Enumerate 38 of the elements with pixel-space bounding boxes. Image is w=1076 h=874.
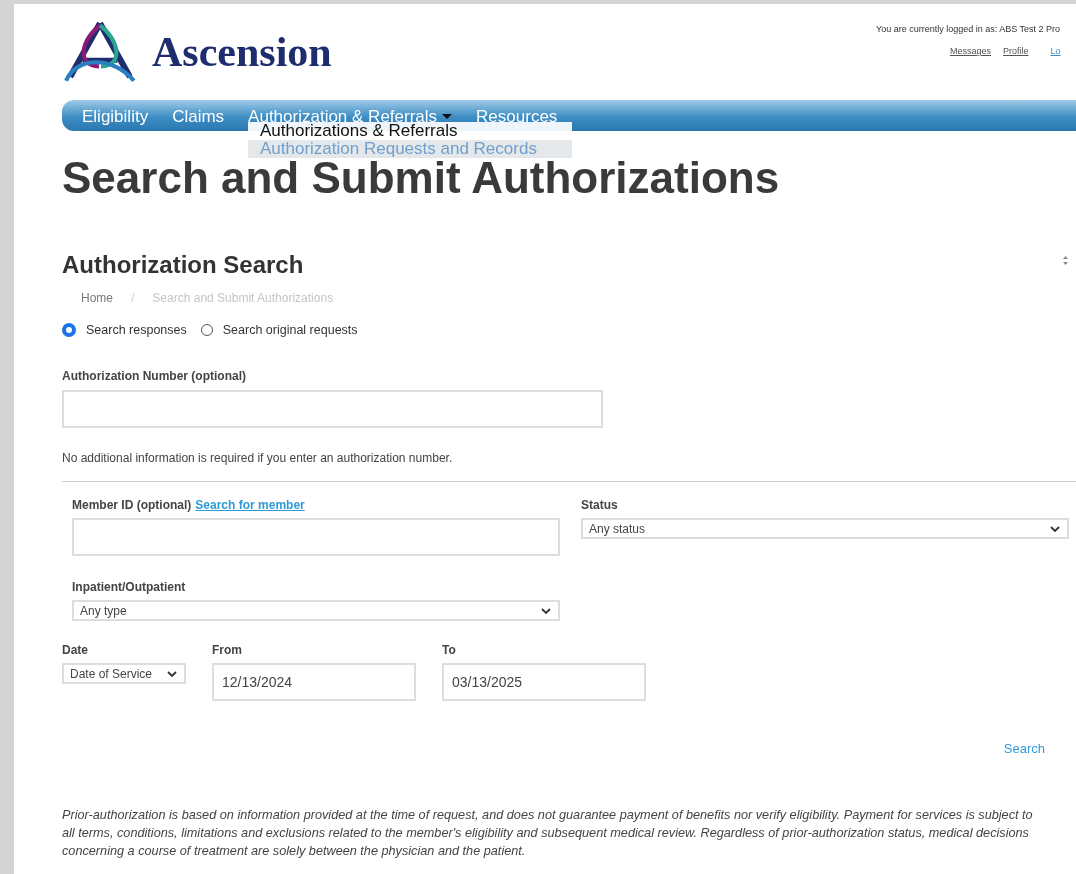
search-link[interactable]: Search bbox=[1003, 741, 1045, 756]
field-label: Inpatient/Outpatient bbox=[72, 580, 187, 594]
dropdown-field[interactable]: Any status bbox=[581, 518, 1069, 539]
logo-icon bbox=[62, 19, 138, 85]
account-link[interactable]: Profile bbox=[1003, 46, 1029, 56]
login-notice: You are currently logged in as: ABS Test 2 Pro bbox=[876, 24, 1062, 34]
field-label: Authorization Number (optional) bbox=[62, 369, 247, 383]
field-label: Status bbox=[581, 498, 619, 512]
field-label: Member ID (optional) bbox=[72, 498, 192, 512]
input-field[interactable] bbox=[62, 390, 603, 428]
field-label: Date bbox=[62, 643, 89, 657]
field-label: From bbox=[212, 643, 243, 657]
nav-item[interactable]: Eligibility bbox=[82, 106, 149, 127]
input-field[interactable]: 03/13/2025 bbox=[442, 663, 646, 701]
section-title: Authorization Search bbox=[62, 251, 304, 279]
radio-label: Search original requests bbox=[222, 323, 358, 337]
field-label: To bbox=[442, 643, 457, 657]
account-link[interactable]: Messages bbox=[950, 46, 992, 56]
breadcrumb-current: Search and Submit Authorizations bbox=[152, 291, 334, 305]
breadcrumb-separator: / bbox=[131, 291, 135, 305]
menu-item[interactable]: Authorizations & Referrals bbox=[248, 122, 572, 140]
input-field[interactable] bbox=[72, 518, 560, 556]
scroll-arrows-icon bbox=[1062, 254, 1069, 266]
radio-label: Search responses bbox=[86, 323, 187, 337]
page-title: Search and Submit Authorizations bbox=[62, 160, 780, 196]
dropdown-field[interactable]: Date of Service bbox=[62, 663, 186, 684]
search-member-link[interactable]: Search for member bbox=[195, 498, 305, 512]
account-link[interactable]: Lo bbox=[1050, 46, 1061, 56]
note-text: No additional information is required if you enter an authorization number. bbox=[62, 451, 454, 465]
input-field[interactable]: 12/13/2024 bbox=[212, 663, 416, 701]
breadcrumb-link[interactable]: Home bbox=[81, 291, 113, 305]
radio-button[interactable] bbox=[200, 324, 213, 336]
nav-item[interactable]: Claims bbox=[172, 106, 225, 127]
disclaimer-text: Prior-authorization is based on information provided at the time of request, and does not guarantee payment of benefits nor verify eligibility. Payment for services is subject to all terms, conditions, limitations and exclusions related to the member's eligibility and subsequent medical review. Regardless of prior-authorization status, medical decisions concerning a course of treatment are solely between the physician and the patient. bbox=[62, 807, 1034, 860]
dropdown-field[interactable]: Any type bbox=[72, 600, 560, 621]
radio-button[interactable] bbox=[62, 323, 76, 337]
menu-item[interactable]: Authorization Requests and Records bbox=[248, 140, 572, 158]
logo-text: Ascension bbox=[152, 28, 332, 76]
